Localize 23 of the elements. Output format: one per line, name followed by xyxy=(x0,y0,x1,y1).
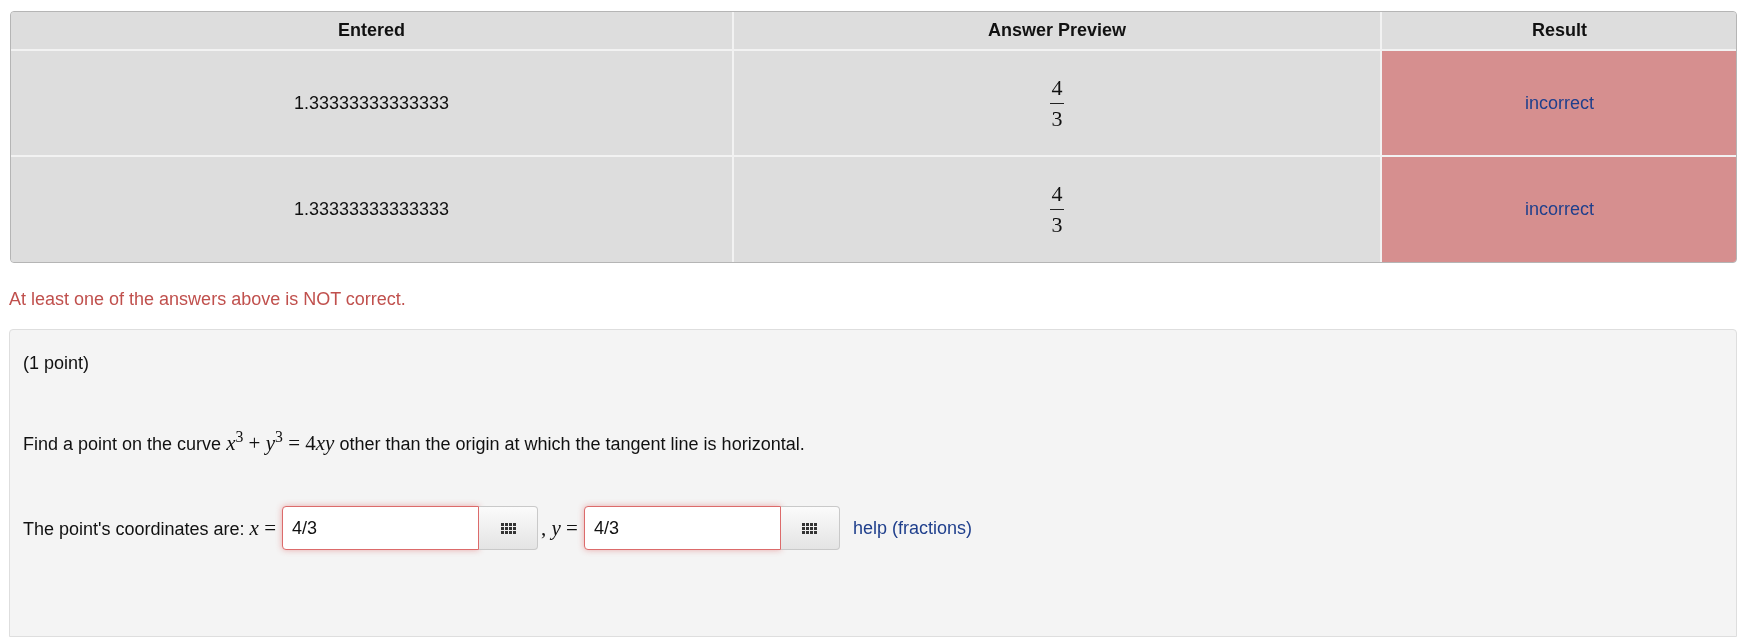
grid-icon xyxy=(500,522,516,534)
result-cell: incorrect xyxy=(1381,50,1736,156)
fraction-denominator: 3 xyxy=(1051,212,1063,238)
answer-field[interactable]: 4/3 xyxy=(282,506,479,550)
result-cell: incorrect xyxy=(1381,156,1736,262)
column-header: Answer Preview xyxy=(733,12,1381,50)
fraction-denominator: 3 xyxy=(1051,105,1063,132)
fraction-numerator: 4 xyxy=(1051,181,1063,207)
column-header: Result xyxy=(1381,12,1736,50)
column-header: Entered xyxy=(11,12,733,50)
table-cell: 1.33333333333333 xyxy=(11,50,733,156)
answer-field[interactable]: 4/3 xyxy=(583,506,781,550)
help-link[interactable]: help (fractions) xyxy=(852,517,972,539)
points-label: (1 point) xyxy=(23,352,90,374)
problem-statement: Find a point on the curve x$^{3}$ + y$^{3}$ = 4xy other than the origin at which the tangent line is horizontal. xyxy=(23,430,805,457)
answer-label: The point's coordinates are: x = xyxy=(23,514,276,542)
keypad-button[interactable] xyxy=(479,506,538,550)
answer-label: , y = xyxy=(541,514,578,542)
table-cell: 1.33333333333333 xyxy=(11,156,733,262)
keypad-button[interactable] xyxy=(780,506,840,550)
fraction-numerator: 4 xyxy=(1051,74,1063,101)
feedback-message: At least one of the answers above is NOT correct. xyxy=(9,288,406,310)
grid-icon xyxy=(802,522,818,534)
